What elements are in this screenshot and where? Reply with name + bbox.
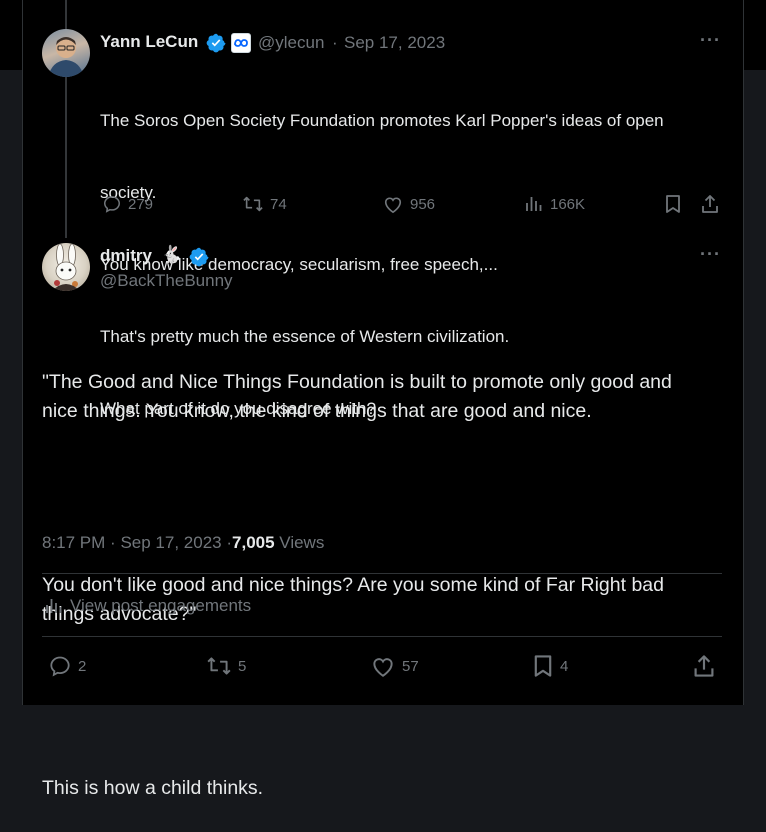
tweet-text: "The Good and Nice Things Foundation is … xyxy=(42,310,672,832)
tweet-date[interactable]: Sep 17, 2023 xyxy=(120,533,221,552)
more-icon[interactable]: ··· xyxy=(700,30,721,51)
like-button[interactable]: 956 xyxy=(382,194,435,214)
share-icon xyxy=(694,655,714,677)
analytics-icon xyxy=(46,599,62,613)
author-name[interactable]: Yann LeCun xyxy=(100,32,198,52)
like-count: 57 xyxy=(402,657,419,675)
bookmark-icon xyxy=(534,655,552,677)
verified-badge-icon[interactable] xyxy=(189,247,209,272)
tweet-text-line: The Soros Open Society Foundation promot… xyxy=(100,111,664,130)
verified-badge-icon[interactable] xyxy=(206,33,226,58)
avatar-yann-lecun[interactable] xyxy=(42,29,90,77)
tweet-paragraph: "The Good and Nice Things Foundation is … xyxy=(42,371,672,422)
meta-separator: · xyxy=(332,33,338,52)
divider xyxy=(42,636,722,637)
repost-icon xyxy=(243,196,263,212)
view-engagements-link[interactable]: View post engagements xyxy=(44,596,251,616)
meta-affiliate-icon[interactable] xyxy=(231,33,251,53)
share-button[interactable] xyxy=(692,654,716,678)
divider xyxy=(42,573,722,574)
views-count: 7,005 xyxy=(232,533,275,552)
tweet-paragraph: This is how a child thinks. xyxy=(42,777,264,799)
views-icon xyxy=(526,197,542,211)
reply-button[interactable]: 2 xyxy=(48,654,86,678)
reply-icon xyxy=(103,196,121,213)
tweet-handle[interactable]: @ylecun xyxy=(258,33,324,53)
tweet-date[interactable]: Sep 17, 2023 xyxy=(344,33,445,53)
reply-count: 2 xyxy=(78,657,87,675)
reply-count: 279 xyxy=(128,195,154,213)
tweet-handle[interactable]: @BackTheBunny xyxy=(100,271,233,291)
avatar-dmitry[interactable] xyxy=(42,243,90,291)
repost-icon xyxy=(207,657,231,675)
like-count: 956 xyxy=(410,195,436,213)
repost-count: 5 xyxy=(238,657,247,675)
like-button[interactable]: 57 xyxy=(370,654,419,678)
repost-button[interactable]: 74 xyxy=(242,194,287,214)
meta-separator: · xyxy=(110,533,116,552)
views-count: 166K xyxy=(550,195,586,213)
repost-button[interactable]: 5 xyxy=(206,654,246,678)
bookmark-button[interactable]: 4 xyxy=(532,654,568,678)
view-engagements-label: View post engagements xyxy=(70,596,252,615)
views-label: Views xyxy=(279,533,325,552)
more-icon[interactable]: ··· xyxy=(700,244,721,265)
bookmark-button[interactable] xyxy=(664,194,682,214)
bookmark-count: 4 xyxy=(560,657,569,675)
like-icon xyxy=(384,197,402,214)
author-name[interactable]: dmitry xyxy=(100,246,152,266)
reply-button[interactable]: 279 xyxy=(102,194,153,214)
avatar-portrait-icon xyxy=(48,37,84,77)
like-icon xyxy=(373,658,393,677)
tweet-timestamp-row: 8:17 PM · Sep 17, 2023 ·7,005 Views xyxy=(42,533,324,553)
reply-icon xyxy=(50,656,70,677)
tweet-time[interactable]: 8:17 PM xyxy=(42,533,105,552)
bookmark-icon xyxy=(666,195,680,213)
rabbit-avatar-icon xyxy=(52,243,80,291)
rabbit-emoji-icon: 🐇 xyxy=(161,245,183,264)
views-button[interactable]: 166K xyxy=(524,194,585,214)
share-button[interactable] xyxy=(700,194,720,214)
share-icon xyxy=(702,195,718,213)
repost-count: 74 xyxy=(270,195,287,213)
